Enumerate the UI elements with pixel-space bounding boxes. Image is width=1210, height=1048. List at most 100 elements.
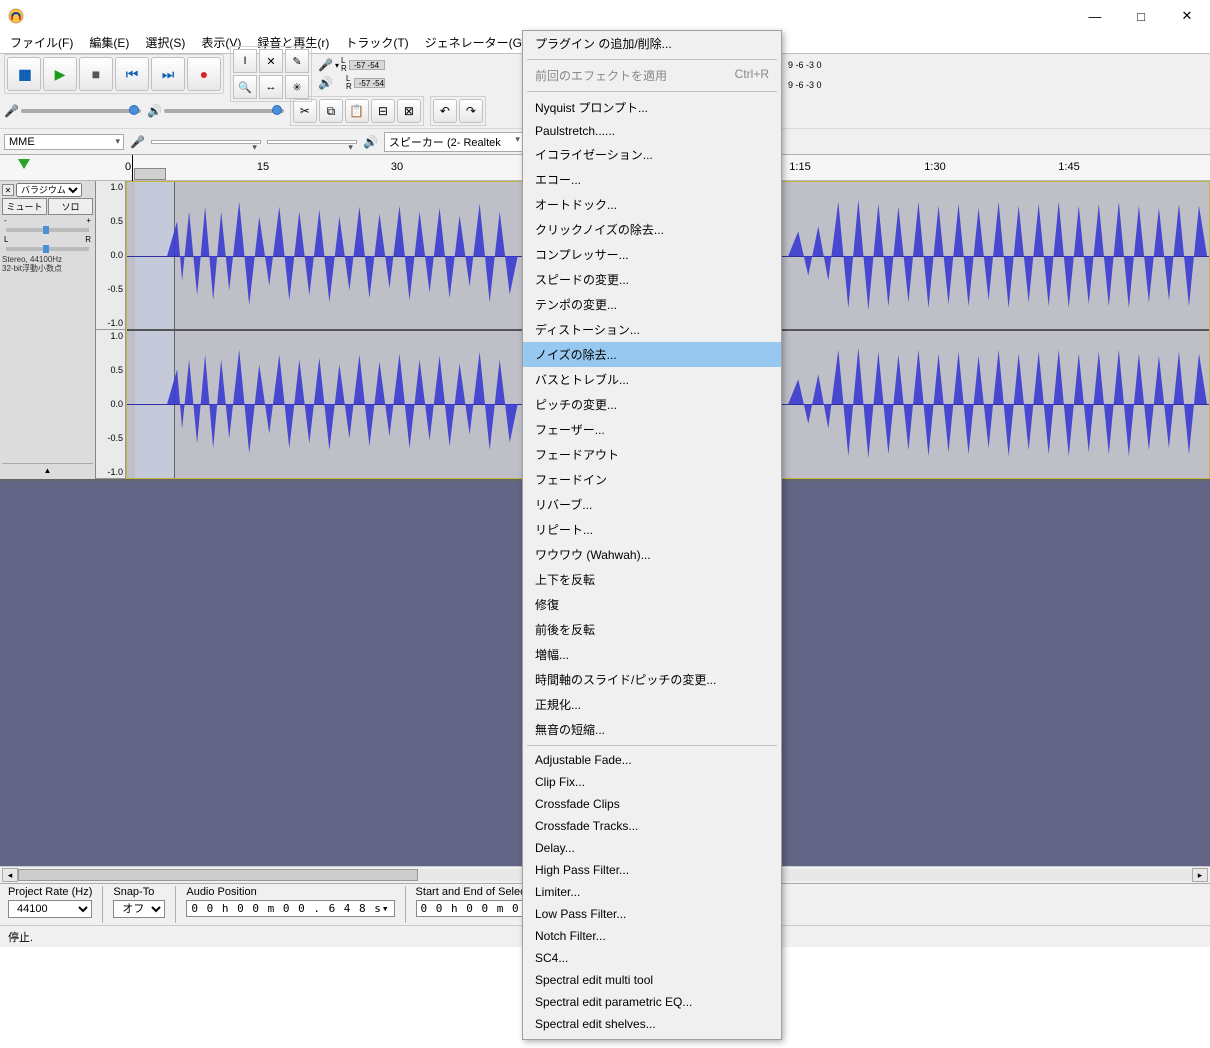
- menu-track[interactable]: トラック(T): [337, 32, 416, 53]
- effect-item[interactable]: 上下を反転: [523, 567, 781, 592]
- skip-end-button[interactable]: ⏭: [151, 57, 185, 91]
- effect-item[interactable]: 修復: [523, 592, 781, 617]
- effect-item[interactable]: 前後を反転: [523, 617, 781, 642]
- effect-item[interactable]: High Pass Filter...: [523, 859, 781, 881]
- effect-item[interactable]: クリックノイズの除去...: [523, 217, 781, 242]
- effect-item[interactable]: ワウワウ (Wahwah)...: [523, 542, 781, 567]
- multi-tool[interactable]: ✳: [285, 75, 309, 99]
- effect-item[interactable]: フェードイン: [523, 467, 781, 492]
- effect-item[interactable]: ディストーション...: [523, 317, 781, 342]
- redo-button[interactable]: ↷: [459, 99, 483, 123]
- menu-generator[interactable]: ジェネレーター(G): [417, 32, 534, 53]
- effect-item[interactable]: イコライゼーション...: [523, 142, 781, 167]
- menu-edit[interactable]: 編集(E): [81, 32, 137, 53]
- effect-item[interactable]: リピート...: [523, 517, 781, 542]
- output-device-select[interactable]: スピーカー (2- Realtek: [384, 132, 524, 152]
- zoom-tool[interactable]: 🔍: [233, 75, 257, 99]
- effect-item[interactable]: Paulstretch......: [523, 120, 781, 142]
- input-device-select[interactable]: [151, 140, 261, 144]
- effect-item[interactable]: コンプレッサー...: [523, 242, 781, 267]
- effect-item[interactable]: リバーブ...: [523, 492, 781, 517]
- solo-button[interactable]: ソロ: [48, 198, 93, 215]
- selection-tool[interactable]: I: [233, 49, 257, 73]
- scroll-left-button[interactable]: ◂: [2, 868, 18, 882]
- effect-item[interactable]: Spectral edit multi tool: [523, 969, 781, 991]
- track-collapse-button[interactable]: ▲: [2, 463, 93, 477]
- effect-item[interactable]: 増幅...: [523, 642, 781, 667]
- pause-button[interactable]: ▮▮: [7, 57, 41, 91]
- effect-item[interactable]: Studio Fade Out: [523, 1035, 781, 1040]
- effect-item[interactable]: フェードアウト: [523, 442, 781, 467]
- copy-button[interactable]: ⧉: [319, 99, 343, 123]
- audio-position-value[interactable]: 0 0 h 0 0 m 0 0 . 6 4 8 s▾: [186, 900, 394, 917]
- scroll-thumb[interactable]: [18, 869, 418, 881]
- minimize-button[interactable]: —: [1072, 0, 1118, 32]
- effect-item[interactable]: Crossfade Clips: [523, 793, 781, 815]
- stop-button[interactable]: ■: [79, 57, 113, 91]
- cut-button[interactable]: ✂: [293, 99, 317, 123]
- effect-item[interactable]: Nyquist プロンプト...: [523, 95, 781, 120]
- channels-select[interactable]: [267, 140, 357, 144]
- skip-start-button[interactable]: ⏮: [115, 57, 149, 91]
- effect-item[interactable]: Notch Filter...: [523, 925, 781, 947]
- paste-button[interactable]: 📋: [345, 99, 369, 123]
- effect-item[interactable]: Spectral edit parametric EQ...: [523, 991, 781, 1013]
- effect-item[interactable]: バスとトレブル...: [523, 367, 781, 392]
- play-button[interactable]: ▶: [43, 57, 77, 91]
- timeshift-tool[interactable]: ↔: [259, 75, 283, 99]
- menu-select[interactable]: 選択(S): [137, 32, 193, 53]
- effect-add-remove[interactable]: プラグイン の追加/削除...: [523, 31, 781, 56]
- effect-item[interactable]: Limiter...: [523, 881, 781, 903]
- host-select[interactable]: MME: [4, 134, 124, 150]
- transport-controls: ▮▮ ▶ ■ ⏮ ⏭ ●: [4, 54, 224, 94]
- scroll-right-button[interactable]: ▸: [1192, 868, 1208, 882]
- envelope-tool[interactable]: ✕: [259, 49, 283, 73]
- undo-button[interactable]: ↶: [433, 99, 457, 123]
- mic-dropdown-icon[interactable]: ▾: [335, 61, 339, 70]
- effect-item[interactable]: スピードの変更...: [523, 267, 781, 292]
- menu-file[interactable]: ファイル(F): [2, 32, 81, 53]
- input-meter[interactable]: -57 -54: [349, 60, 385, 70]
- gain-slider[interactable]: [6, 228, 89, 232]
- effect-item[interactable]: ピッチの変更...: [523, 392, 781, 417]
- track-close-button[interactable]: ✕: [2, 184, 14, 196]
- mic-device-icon: 🎤: [130, 135, 145, 149]
- silence-button[interactable]: ⊠: [397, 99, 421, 123]
- track-name-select[interactable]: バラジウム: [16, 183, 82, 197]
- selection-range-handle[interactable]: [134, 168, 166, 180]
- cursor-line: [132, 155, 133, 181]
- effect-item[interactable]: エコー...: [523, 167, 781, 192]
- effect-item[interactable]: Adjustable Fade...: [523, 749, 781, 771]
- effect-item[interactable]: 無音の短縮...: [523, 717, 781, 742]
- record-button[interactable]: ●: [187, 57, 221, 91]
- draw-tool[interactable]: ✎: [285, 49, 309, 73]
- snap-to-select[interactable]: オフ: [113, 900, 165, 918]
- effect-item[interactable]: SC4...: [523, 947, 781, 969]
- meter-R-label: R: [341, 65, 347, 73]
- effect-item[interactable]: Delay...: [523, 837, 781, 859]
- maximize-button[interactable]: □: [1118, 0, 1164, 32]
- output-volume-slider[interactable]: [164, 109, 284, 113]
- audio-position-label: Audio Position: [186, 886, 394, 898]
- input-gain-slider[interactable]: [21, 109, 141, 113]
- close-button[interactable]: ✕: [1164, 0, 1210, 32]
- mute-button[interactable]: ミュート: [2, 198, 47, 215]
- effect-repeat-last: 前回のエフェクトを適用 Ctrl+R: [523, 63, 781, 88]
- effect-item[interactable]: Clip Fix...: [523, 771, 781, 793]
- effect-item[interactable]: フェーザー...: [523, 417, 781, 442]
- effect-item[interactable]: オートドック...: [523, 192, 781, 217]
- effect-item[interactable]: 正規化...: [523, 692, 781, 717]
- effect-item[interactable]: Crossfade Tracks...: [523, 815, 781, 837]
- snap-to-label: Snap-To: [113, 886, 165, 898]
- output-meter[interactable]: -57 -54: [354, 78, 385, 88]
- pan-slider[interactable]: [6, 247, 89, 251]
- effect-item[interactable]: テンポの変更...: [523, 292, 781, 317]
- effect-item[interactable]: Spectral edit shelves...: [523, 1013, 781, 1035]
- effect-item[interactable]: Low Pass Filter...: [523, 903, 781, 925]
- effect-item[interactable]: ノイズの除去...: [523, 342, 781, 367]
- meter-ticks-bottom: 9 -6 -3 0: [788, 80, 822, 90]
- effect-item[interactable]: 時間軸のスライド/ピッチの変更...: [523, 667, 781, 692]
- project-rate-select[interactable]: 44100: [8, 900, 92, 918]
- trim-button[interactable]: ⊟: [371, 99, 395, 123]
- speaker-icon: 🔊: [318, 76, 333, 90]
